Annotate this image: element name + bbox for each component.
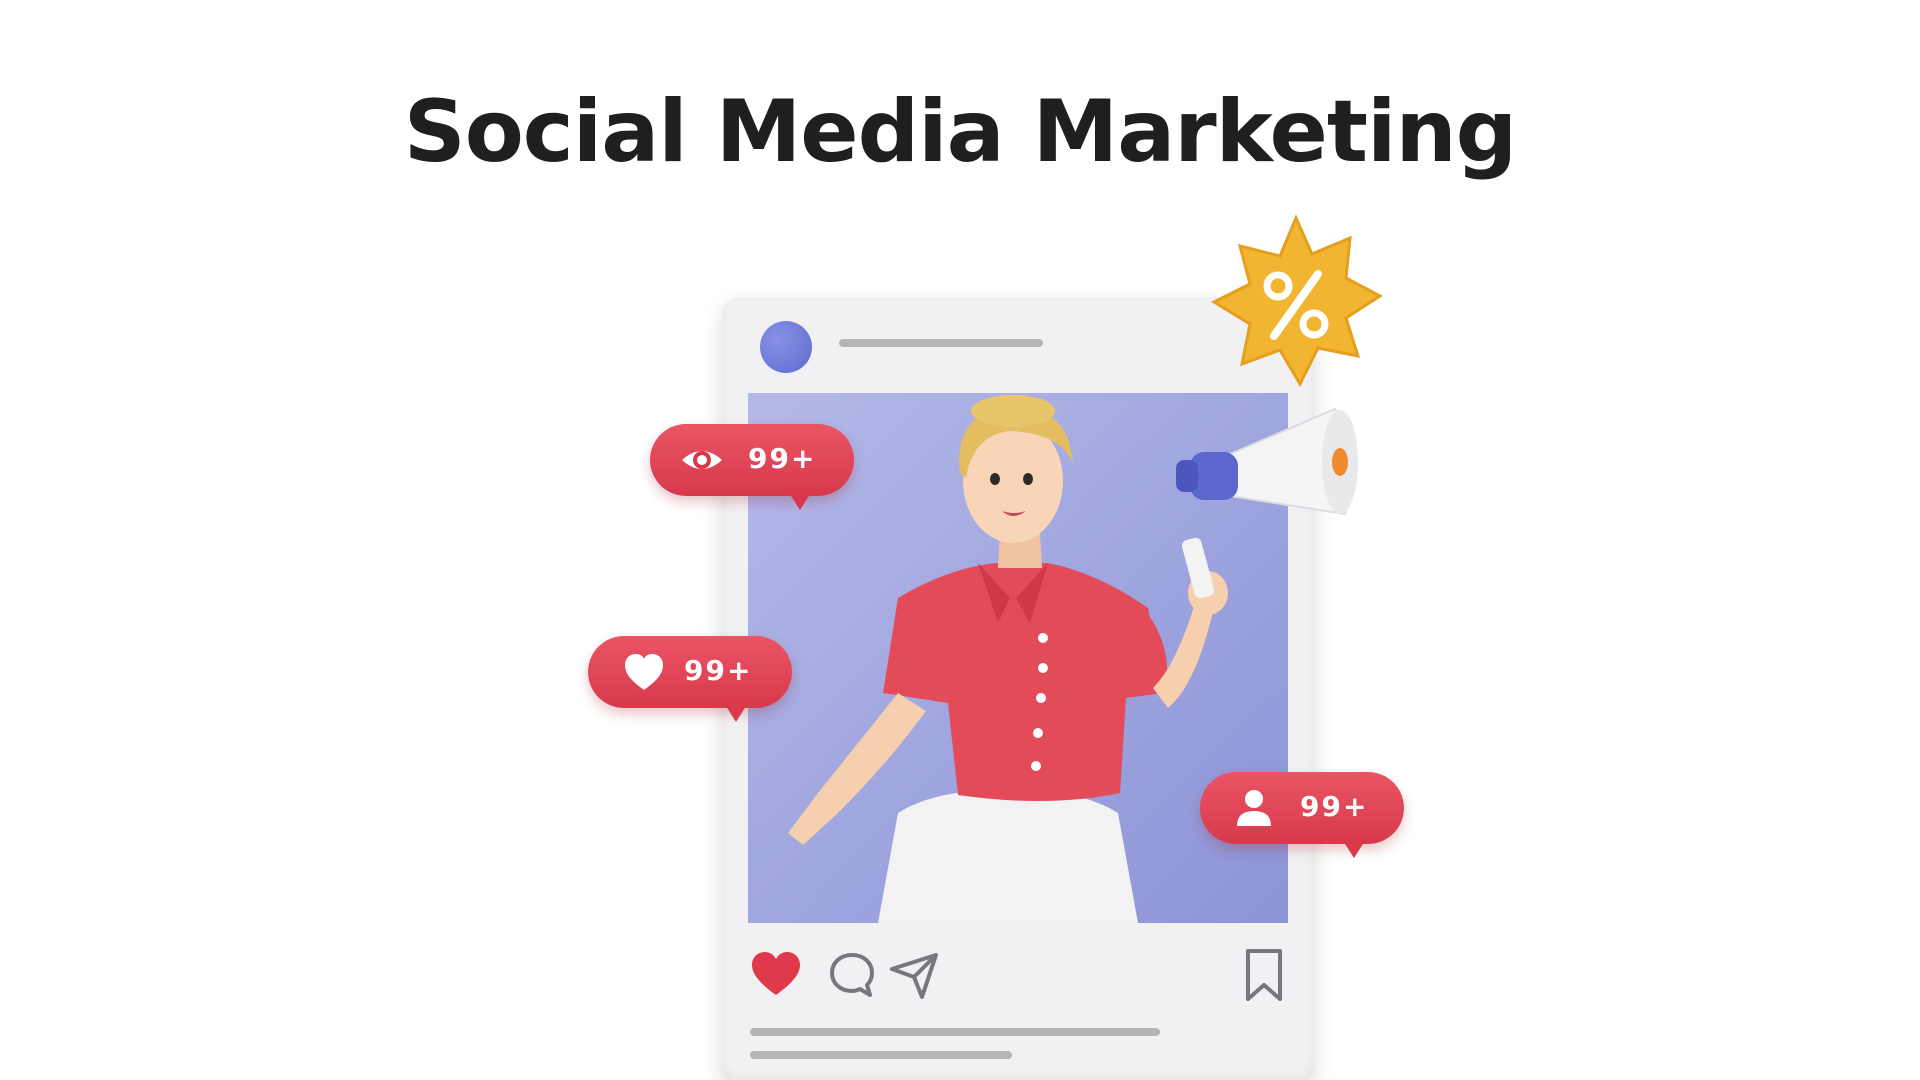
percent-badge-icon bbox=[1210, 214, 1383, 388]
likes-count: 99+ bbox=[684, 654, 753, 687]
followers-bubble: 99+ bbox=[1200, 772, 1404, 858]
username-placeholder-bar bbox=[839, 339, 1043, 347]
bubble-tail bbox=[1340, 836, 1368, 858]
page-title: Social Media Marketing bbox=[403, 82, 1517, 182]
caption-placeholder-bar bbox=[750, 1028, 1160, 1036]
views-count: 99+ bbox=[748, 442, 817, 475]
views-bubble: 99+ bbox=[650, 424, 854, 510]
caption-placeholder-bar bbox=[750, 1051, 1012, 1059]
comment-icon[interactable] bbox=[824, 947, 880, 1003]
heart-icon[interactable] bbox=[748, 947, 804, 1003]
likes-bubble: 99+ bbox=[588, 636, 792, 722]
eye-icon bbox=[682, 451, 722, 469]
bookmark-icon[interactable] bbox=[1236, 947, 1292, 1003]
bubble-tail bbox=[786, 488, 814, 510]
page: Social Media Marketing 99+ 99+ 99+ bbox=[0, 0, 1920, 1080]
send-icon[interactable] bbox=[886, 947, 942, 1003]
post-actions bbox=[748, 947, 1288, 1003]
heart-icon bbox=[625, 654, 663, 690]
megaphone-icon bbox=[1176, 407, 1358, 516]
bubble-tail bbox=[722, 700, 750, 722]
user-icon bbox=[1237, 790, 1271, 826]
avatar bbox=[760, 321, 812, 373]
followers-count: 99+ bbox=[1300, 790, 1369, 823]
